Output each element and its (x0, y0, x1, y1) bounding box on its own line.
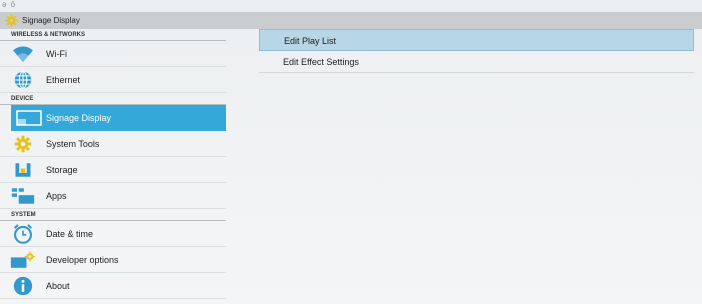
sidebar-item-label: Storage (46, 164, 78, 175)
detail-panel: Edit Play List Edit Effect Settings (259, 29, 694, 73)
title-bar: Signage Display (0, 12, 702, 29)
wifi-icon (0, 41, 46, 67)
section-header-device: DEVICE (0, 93, 226, 105)
sidebar-item-label: Date & time (46, 228, 94, 239)
apps-icon (0, 183, 46, 209)
sidebar-item-wifi[interactable]: Wi-Fi (0, 41, 226, 67)
display-icon (11, 105, 46, 131)
sidebar-item-ethernet[interactable]: Ethernet (0, 67, 226, 93)
gear-icon (5, 14, 18, 27)
sidebar-item-developer-options[interactable]: Developer options (0, 247, 226, 273)
window-title: Signage Display (22, 16, 80, 25)
sidebar-item-apps[interactable]: Apps (0, 183, 226, 209)
sidebar-item-label: Signage Display (46, 113, 112, 123)
sidebar-item-label: Wi-Fi (46, 48, 67, 59)
settings-sidebar: WIRELESS & NETWORKS Wi-Fi Ethernet DEVIC… (0, 29, 226, 304)
section-header-wireless: WIRELESS & NETWORKS (0, 29, 226, 41)
sidebar-item-label: Apps (46, 190, 67, 201)
clock-icon (0, 221, 46, 247)
sidebar-item-label: About (46, 280, 70, 291)
edit-effect-settings-item[interactable]: Edit Effect Settings (259, 51, 694, 73)
status-glyphs: ə ō (2, 0, 17, 9)
globe-icon (0, 67, 46, 93)
edit-play-list-item[interactable]: Edit Play List (259, 29, 694, 51)
info-icon (0, 273, 46, 299)
sidebar-item-system-tools[interactable]: System Tools (0, 131, 226, 157)
developer-icon (0, 247, 46, 273)
sidebar-item-storage[interactable]: Storage (0, 157, 226, 183)
section-header-system: SYSTEM (0, 209, 226, 221)
sidebar-item-label: Developer options (46, 254, 119, 265)
sidebar-item-about[interactable]: About (0, 273, 226, 299)
sidebar-item-date-time[interactable]: Date & time (0, 221, 226, 247)
gear-icon (0, 131, 46, 157)
sidebar-item-label: System Tools (46, 138, 100, 149)
sidebar-item-signage-display[interactable]: Signage Display (11, 105, 226, 131)
storage-icon (0, 157, 46, 183)
sidebar-item-label: Ethernet (46, 74, 81, 85)
